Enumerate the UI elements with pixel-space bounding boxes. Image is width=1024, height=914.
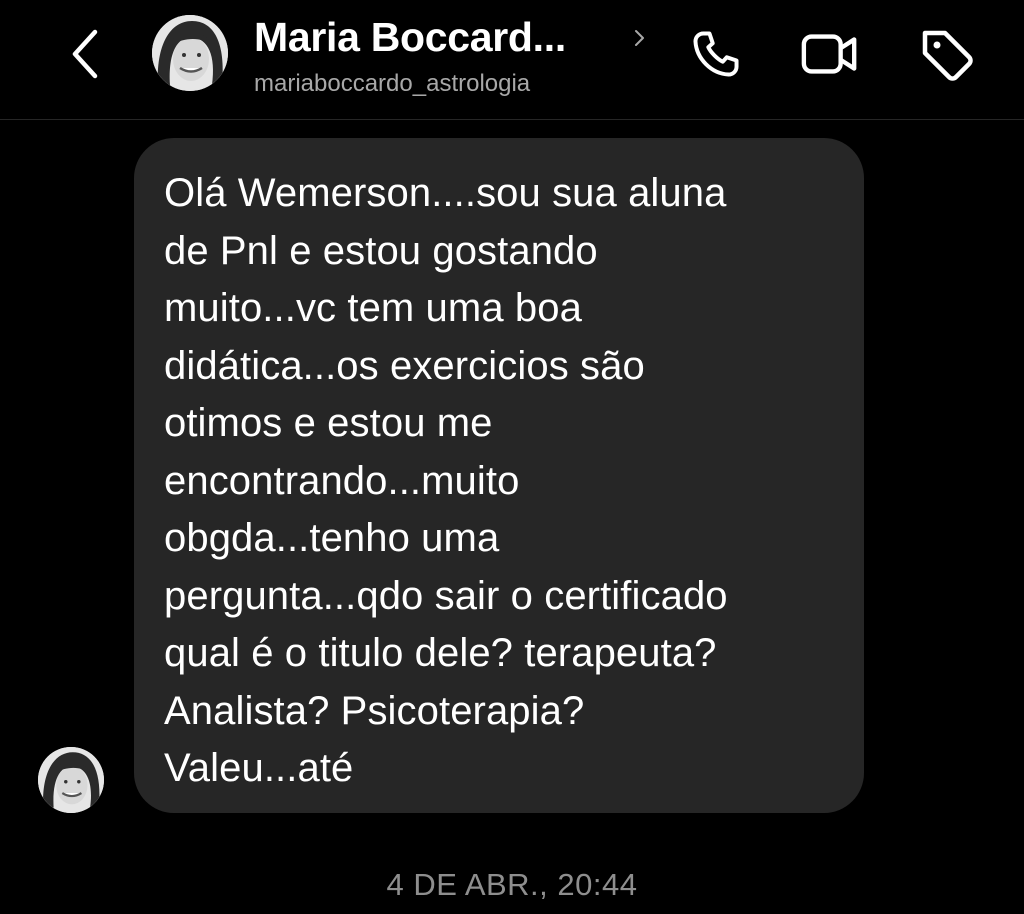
sender-photo: [38, 747, 104, 813]
audio-call-button[interactable]: [686, 24, 746, 84]
message-timestamp: 4 DE ABR., 20:44: [386, 867, 638, 902]
message-text: Olá Wemerson....sou sua aluna de Pnl e e…: [164, 171, 728, 790]
contact-handle: mariaboccardo_astrologia: [254, 70, 531, 97]
phone-icon: [693, 31, 739, 77]
chat-screen: Maria Boccard... mariaboccardo_astrologi…: [0, 0, 1024, 914]
chevron-left-icon: [72, 29, 98, 79]
video-call-button[interactable]: [800, 24, 860, 84]
back-button[interactable]: [58, 22, 114, 86]
tag-icon: [922, 30, 973, 81]
contact-photo: [152, 15, 228, 91]
contact-title[interactable]: Maria Boccard... mariaboccardo_astrologi…: [254, 10, 664, 102]
chevron-right-icon: [635, 30, 644, 46]
video-camera-icon: [801, 34, 857, 74]
sender-avatar[interactable]: [38, 747, 104, 813]
tag-button[interactable]: [916, 24, 976, 84]
message-bubble[interactable]: Olá Wemerson....sou sua aluna de Pnl e e…: [134, 138, 864, 813]
chat-header: Maria Boccard... mariaboccardo_astrologi…: [0, 0, 1024, 120]
contact-avatar[interactable]: [152, 15, 228, 91]
contact-name: Maria Boccard...: [254, 14, 566, 60]
